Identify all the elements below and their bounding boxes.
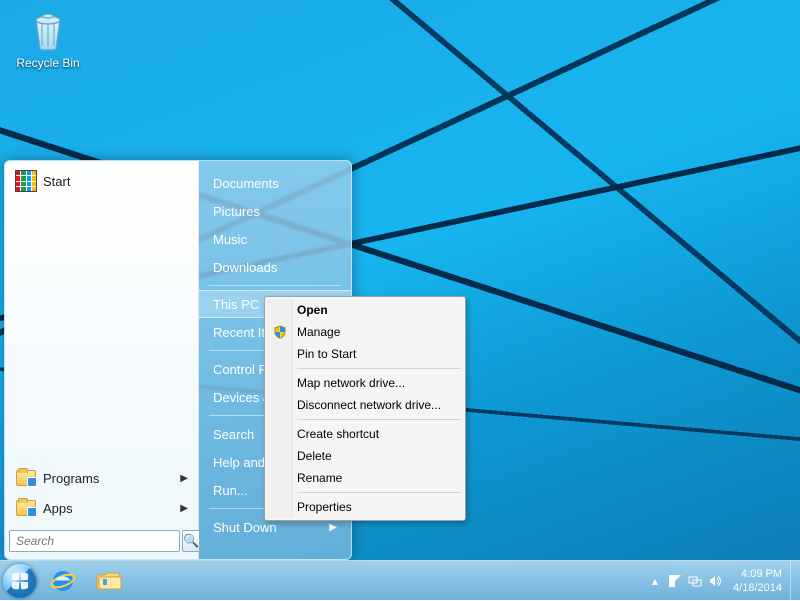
apps-label: Apps bbox=[43, 501, 73, 516]
start-tile-icon bbox=[15, 170, 37, 192]
context-item-manage[interactable]: Manage bbox=[267, 321, 463, 343]
shield-icon bbox=[272, 324, 288, 340]
volume-icon[interactable] bbox=[705, 561, 725, 600]
context-item-map-network-drive[interactable]: Map network drive... bbox=[267, 372, 463, 394]
menu-label: Music bbox=[213, 232, 247, 247]
taskbar-explorer[interactable] bbox=[86, 562, 132, 600]
context-item-label: Open bbox=[297, 303, 328, 317]
context-item-label: Rename bbox=[297, 471, 342, 485]
context-item-label: Properties bbox=[297, 500, 352, 514]
context-item-label: Manage bbox=[297, 325, 340, 339]
context-item-delete[interactable]: Delete bbox=[267, 445, 463, 467]
menu-label: This PC bbox=[213, 297, 259, 312]
recycle-bin[interactable]: Recycle Bin bbox=[10, 6, 86, 70]
chevron-right-icon: ▶ bbox=[180, 473, 188, 484]
apps-item[interactable]: Apps ▶ bbox=[9, 493, 194, 523]
context-item-label: Pin to Start bbox=[297, 347, 356, 361]
context-item-open[interactable]: Open bbox=[267, 299, 463, 321]
context-item-pin-to-start[interactable]: Pin to Start bbox=[267, 343, 463, 365]
menu-label: Search bbox=[213, 427, 254, 442]
action-center-icon[interactable] bbox=[665, 561, 685, 600]
menu-label: Documents bbox=[213, 176, 279, 191]
context-item-label: Disconnect network drive... bbox=[297, 398, 441, 412]
context-menu: Open Manage Pin to Start Map network drive.… bbox=[264, 296, 466, 521]
start-header-label: Start bbox=[43, 174, 70, 189]
context-item-label: Map network drive... bbox=[297, 376, 405, 390]
file-explorer-icon bbox=[95, 569, 123, 593]
search-button[interactable]: 🔍 bbox=[182, 530, 200, 552]
context-item-properties[interactable]: Properties bbox=[267, 496, 463, 518]
start-button[interactable] bbox=[0, 561, 40, 601]
start-screen-tile[interactable]: Start bbox=[9, 167, 194, 195]
menu-label: Run... bbox=[213, 483, 248, 498]
start-right-item-downloads[interactable]: Downloads bbox=[199, 253, 351, 281]
menu-label: Downloads bbox=[213, 260, 277, 275]
programs-item[interactable]: Programs ▶ bbox=[9, 463, 194, 493]
context-item-label: Delete bbox=[297, 449, 332, 463]
clock[interactable]: 4:09 PM 4/18/2014 bbox=[725, 567, 790, 595]
recycle-bin-label: Recycle Bin bbox=[10, 56, 86, 70]
folder-icon bbox=[15, 498, 37, 518]
system-tray: ▴ 4:09 PM 4/18/2014 bbox=[645, 561, 800, 600]
separator bbox=[209, 285, 341, 286]
menu-label: Pictures bbox=[213, 204, 260, 219]
programs-label: Programs bbox=[43, 471, 99, 486]
context-item-rename[interactable]: Rename bbox=[267, 467, 463, 489]
clock-date: 4/18/2014 bbox=[733, 581, 782, 595]
start-orb-icon bbox=[3, 564, 37, 598]
recycle-bin-icon bbox=[24, 6, 72, 54]
taskbar: ▴ 4:09 PM 4/18/2014 bbox=[0, 560, 800, 600]
start-right-item-documents[interactable]: Documents bbox=[199, 169, 351, 197]
start-right-item-pictures[interactable]: Pictures bbox=[199, 197, 351, 225]
clock-time: 4:09 PM bbox=[733, 567, 782, 581]
context-item-disconnect-network-drive[interactable]: Disconnect network drive... bbox=[267, 394, 463, 416]
folder-icon bbox=[15, 468, 37, 488]
separator bbox=[297, 419, 461, 420]
context-item-label: Create shortcut bbox=[297, 427, 379, 441]
search-input[interactable] bbox=[9, 530, 180, 552]
context-item-create-shortcut[interactable]: Create shortcut bbox=[267, 423, 463, 445]
separator bbox=[297, 492, 461, 493]
network-icon[interactable] bbox=[685, 561, 705, 600]
chevron-right-icon: ▶ bbox=[180, 503, 188, 514]
separator bbox=[297, 368, 461, 369]
tray-overflow[interactable]: ▴ bbox=[645, 561, 665, 600]
menu-label: Shut Down bbox=[213, 520, 277, 535]
start-menu-left-pane: Start Programs ▶ Apps ▶ 🔍 bbox=[5, 161, 199, 559]
start-right-item-music[interactable]: Music bbox=[199, 225, 351, 253]
chevron-right-icon: ▶ bbox=[329, 522, 337, 533]
ie-icon bbox=[49, 567, 77, 595]
taskbar-ie[interactable] bbox=[40, 562, 86, 600]
show-desktop-button[interactable] bbox=[790, 561, 800, 600]
